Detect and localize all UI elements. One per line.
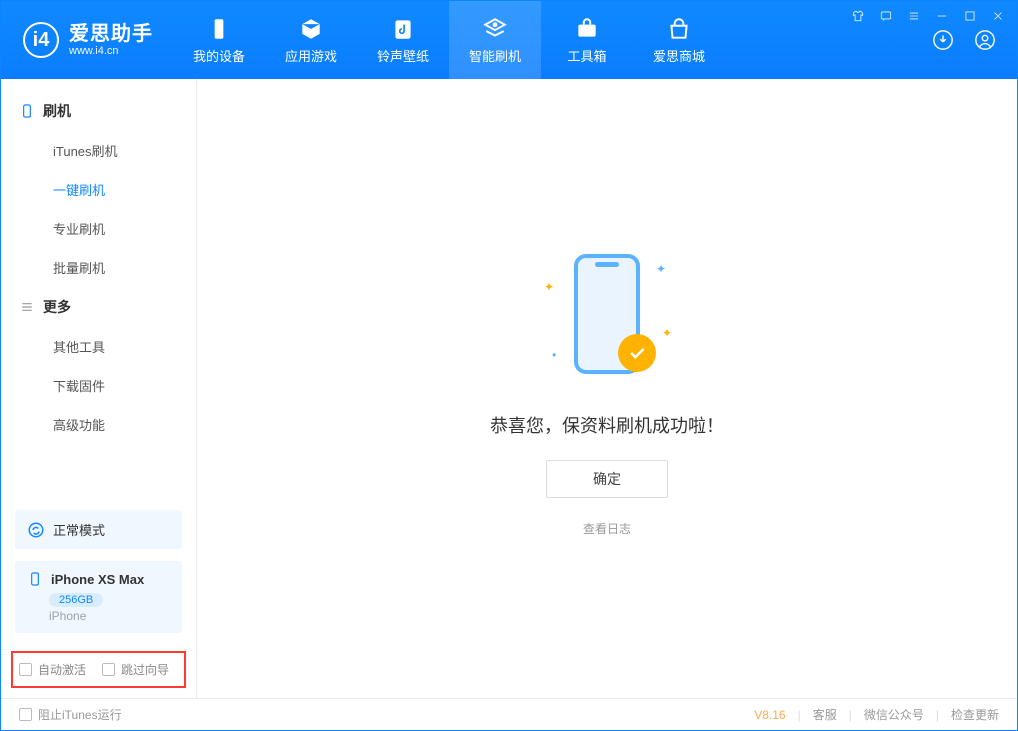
nav-ringtones[interactable]: 铃声壁纸 (357, 1, 449, 79)
success-text: 恭喜您，保资料刷机成功啦！ (490, 412, 724, 438)
sidebar-item-download-firmware[interactable]: 下载固件 (1, 366, 196, 405)
feedback-icon[interactable] (877, 7, 895, 25)
menu-icon (19, 299, 35, 315)
nav-my-device[interactable]: 我的设备 (173, 1, 265, 79)
checkbox-icon (19, 663, 32, 676)
sidebar: 刷机 iTunes刷机 一键刷机 专业刷机 批量刷机 更多 其他工具 下载固件 … (1, 79, 197, 698)
checkbox-icon (102, 663, 115, 676)
checkbox-label: 跳过向导 (121, 661, 169, 678)
nav-label: 我的设备 (193, 46, 245, 65)
device-card[interactable]: iPhone XS Max 256GB iPhone (15, 561, 182, 633)
store-icon (666, 16, 692, 42)
body: 刷机 iTunes刷机 一键刷机 专业刷机 批量刷机 更多 其他工具 下载固件 … (1, 79, 1017, 698)
checkbox-label: 阻止iTunes运行 (38, 706, 122, 723)
checkbox-block-itunes[interactable]: 阻止iTunes运行 (19, 706, 122, 723)
sync-icon (27, 521, 45, 539)
window-controls (849, 7, 1007, 25)
nav: 我的设备 应用游戏 铃声壁纸 智能刷机 工具箱 爱思商城 (173, 1, 725, 79)
header: i4 爱思助手 www.i4.cn 我的设备 应用游戏 铃声壁纸 智能刷机 (1, 1, 1017, 79)
main: ✦✦•✦ 恭喜您，保资料刷机成功啦！ 确定 查看日志 (197, 79, 1017, 698)
sidebar-group-title: 更多 (43, 297, 71, 317)
app-url: www.i4.cn (69, 45, 153, 57)
check-badge-icon (618, 334, 656, 372)
menu-icon[interactable] (905, 7, 923, 25)
nav-label: 爱思商城 (653, 46, 705, 65)
sidebar-group-more: 更多 (1, 287, 196, 327)
maximize-icon[interactable] (961, 7, 979, 25)
music-icon (390, 16, 416, 42)
phone-icon (19, 103, 35, 119)
skin-icon[interactable] (849, 7, 867, 25)
sidebar-item-advanced[interactable]: 高级功能 (1, 405, 196, 444)
sidebar-group-flash: 刷机 (1, 91, 196, 131)
device-icon (206, 16, 232, 42)
view-log-link[interactable]: 查看日志 (583, 520, 631, 537)
nav-apps-games[interactable]: 应用游戏 (265, 1, 357, 79)
footer-link-wechat[interactable]: 微信公众号 (864, 706, 924, 723)
sidebar-item-pro-flash[interactable]: 专业刷机 (1, 209, 196, 248)
nav-toolbox[interactable]: 工具箱 (541, 1, 633, 79)
app-title: 爱思助手 (69, 23, 153, 45)
device-type: iPhone (49, 609, 170, 623)
checkbox-label: 自动激活 (38, 661, 86, 678)
nav-flash[interactable]: 智能刷机 (449, 1, 541, 79)
sidebar-item-batch-flash[interactable]: 批量刷机 (1, 248, 196, 287)
refresh-icon (482, 16, 508, 42)
toolbox-icon (574, 16, 600, 42)
minimize-icon[interactable] (933, 7, 951, 25)
checkbox-auto-activate[interactable]: 自动激活 (19, 661, 86, 678)
footer-link-support[interactable]: 客服 (813, 706, 837, 723)
mode-label: 正常模式 (53, 520, 105, 539)
nav-label: 铃声壁纸 (377, 46, 429, 65)
nav-store[interactable]: 爱思商城 (633, 1, 725, 79)
success-illustration: ✦✦•✦ (532, 240, 682, 390)
sidebar-group-title: 刷机 (43, 101, 71, 121)
nav-label: 应用游戏 (285, 46, 337, 65)
header-right (929, 26, 1017, 54)
nav-label: 智能刷机 (469, 46, 521, 65)
cube-icon (298, 16, 324, 42)
footer-link-update[interactable]: 检查更新 (951, 706, 999, 723)
sidebar-item-itunes-flash[interactable]: iTunes刷机 (1, 131, 196, 170)
device-name: iPhone XS Max (51, 572, 144, 587)
close-icon[interactable] (989, 7, 1007, 25)
app-window: i4 爱思助手 www.i4.cn 我的设备 应用游戏 铃声壁纸 智能刷机 (0, 0, 1018, 731)
logo-icon: i4 (23, 22, 59, 58)
footer: 阻止iTunes运行 V8.16 | 客服 | 微信公众号 | 检查更新 (1, 698, 1017, 730)
device-storage: 256GB (49, 593, 103, 607)
logo: i4 爱思助手 www.i4.cn (1, 22, 173, 58)
checkbox-icon (19, 708, 32, 721)
checkbox-skip-guide[interactable]: 跳过向导 (102, 661, 169, 678)
download-icon[interactable] (929, 26, 957, 54)
nav-label: 工具箱 (567, 46, 606, 65)
phone-icon (27, 571, 43, 587)
mode-card[interactable]: 正常模式 (15, 510, 182, 549)
options-box: 自动激活 跳过向导 (11, 651, 186, 688)
sidebar-item-oneclick-flash[interactable]: 一键刷机 (1, 170, 196, 209)
ok-button[interactable]: 确定 (546, 460, 668, 498)
sidebar-item-other-tools[interactable]: 其他工具 (1, 327, 196, 366)
user-icon[interactable] (971, 26, 999, 54)
version-label: V8.16 (754, 708, 785, 722)
